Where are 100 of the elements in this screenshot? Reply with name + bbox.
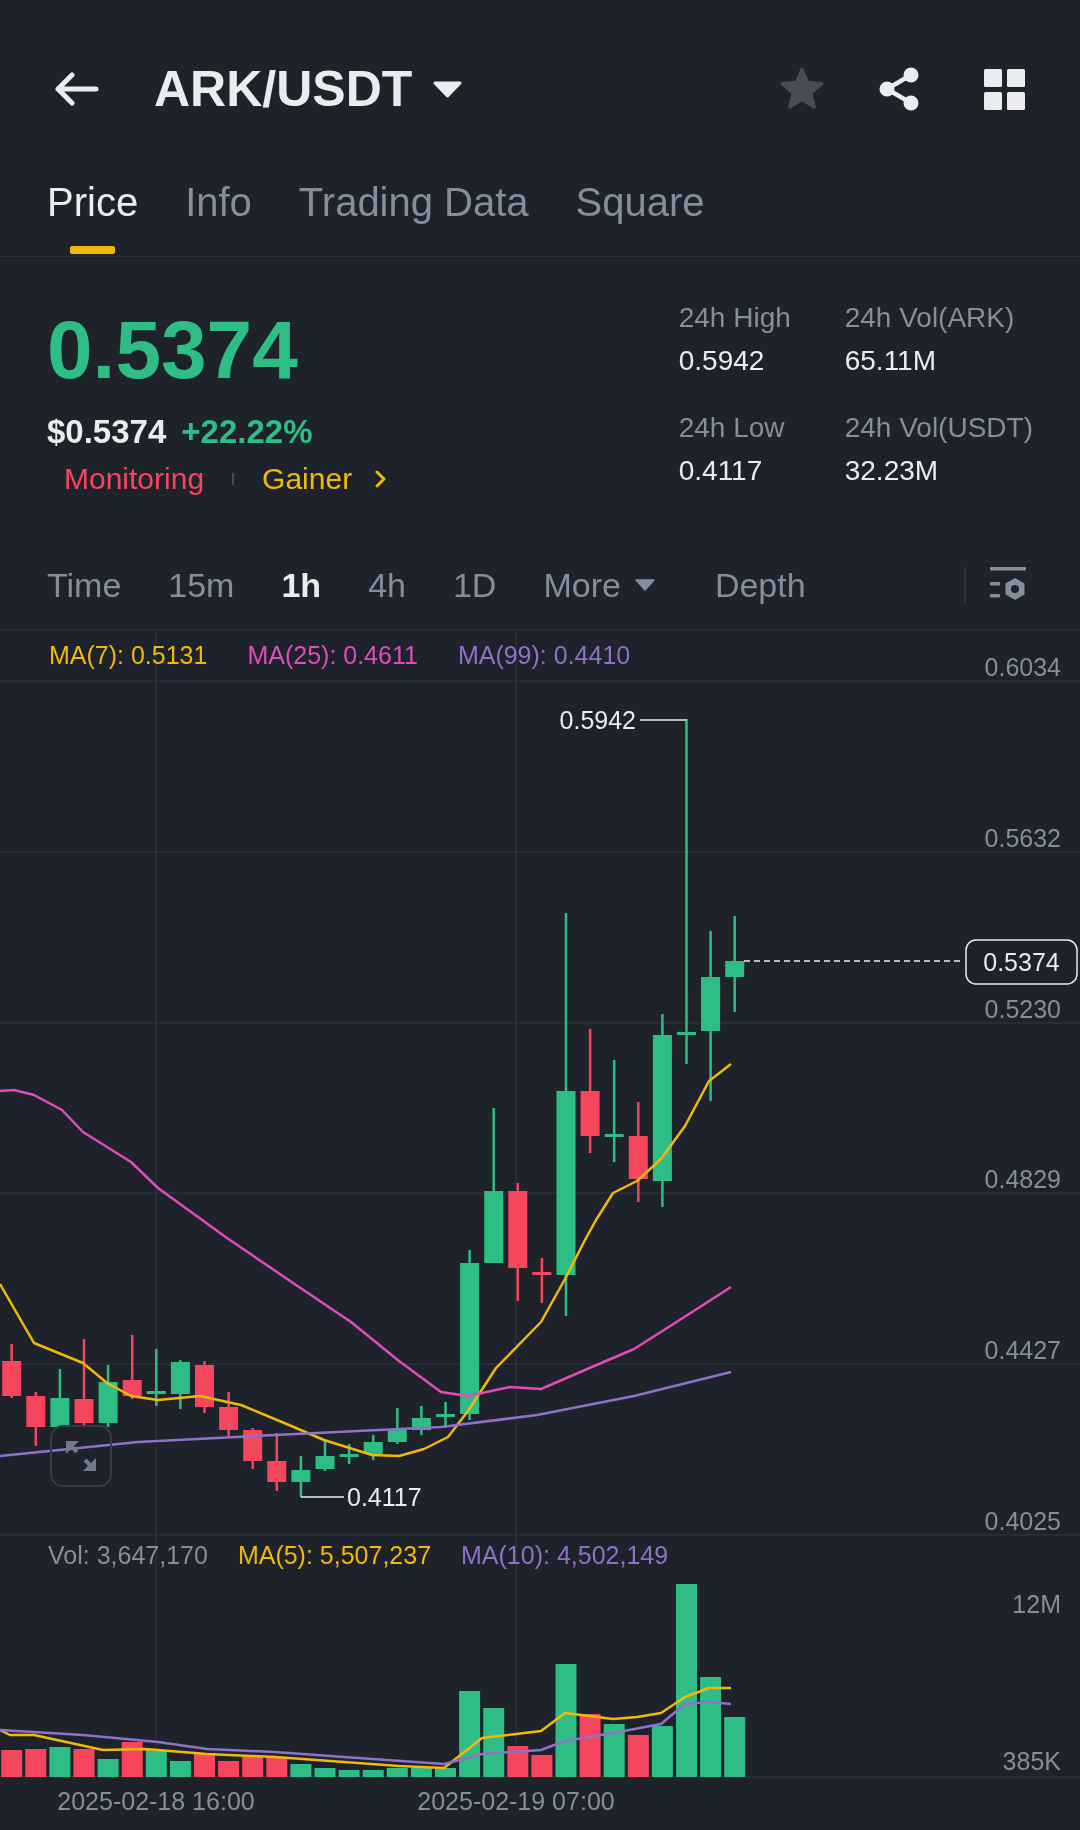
candlestick	[315, 1440, 335, 1471]
interval-option[interactable]: 15m	[168, 562, 235, 607]
stat-value: 32.23M	[844, 454, 939, 488]
candlestick	[436, 1402, 455, 1427]
leader-line	[639, 719, 688, 721]
volume-bar	[483, 1708, 505, 1777]
usd-price: $0.5374	[47, 412, 167, 452]
caret-icon	[433, 80, 463, 98]
stat-value: 65.11M	[844, 344, 937, 378]
interval-option[interactable]: Time	[47, 562, 122, 607]
candlestick	[98, 1365, 118, 1427]
axis-label: 12M	[1012, 1590, 1061, 1618]
candlestick	[291, 1456, 311, 1497]
candlestick	[195, 1361, 214, 1413]
volume-bar	[1, 1750, 23, 1777]
star-icon[interactable]	[779, 67, 825, 111]
volume-bar	[290, 1764, 312, 1777]
volume-bar	[145, 1750, 167, 1777]
volume-bar	[386, 1768, 408, 1777]
axis-label: 0.6034	[984, 653, 1061, 681]
volume-bar	[338, 1770, 360, 1777]
stat-label: 24h Vol(USDT)	[844, 411, 1033, 445]
share-icon[interactable]	[878, 67, 920, 111]
interval-option[interactable]: 4h	[368, 562, 406, 607]
candlestick	[339, 1444, 359, 1464]
volume-bar	[627, 1735, 649, 1777]
expand-icon[interactable]	[50, 1425, 112, 1487]
interval-option[interactable]: 1h	[281, 562, 322, 607]
tag-label[interactable]: Monitoring	[64, 462, 205, 496]
axis-label: 0.4025	[984, 1507, 1061, 1535]
legend-label: MA(99): 0.4410	[457, 640, 631, 670]
date-label: 2025-02-18 16:00	[57, 1787, 255, 1815]
candlestick	[146, 1349, 166, 1406]
volume-bar	[410, 1768, 432, 1777]
high-price-label: 0.5942	[559, 706, 636, 734]
stat-label: 24h Low	[678, 411, 785, 445]
candlestick	[532, 1258, 552, 1303]
interval-option[interactable]: More	[543, 562, 655, 607]
tab[interactable]: Trading Data	[298, 178, 529, 256]
stat-label: 24h High	[678, 301, 791, 335]
pair-selector[interactable]: ARK/USDT	[154, 59, 463, 119]
volume-bar	[435, 1768, 456, 1777]
tab[interactable]: Square	[575, 178, 705, 256]
chevron-right-icon	[375, 470, 388, 488]
volume-bar	[314, 1768, 336, 1777]
grid-icon[interactable]	[984, 68, 1025, 110]
volume-bar	[266, 1757, 288, 1777]
axis-label: 0.4427	[984, 1336, 1061, 1365]
interval-option[interactable]: 1D	[452, 562, 497, 607]
candlestick	[122, 1335, 142, 1399]
stat-value: 0.4117	[678, 454, 763, 488]
back-arrow-icon[interactable]	[53, 72, 99, 106]
candlestick	[2, 1344, 22, 1398]
tab[interactable]: Price	[47, 178, 139, 256]
candlestick	[411, 1406, 431, 1435]
volume-bar	[194, 1754, 215, 1777]
interval-option[interactable]: Depth	[714, 562, 806, 607]
volume-bar	[651, 1726, 673, 1777]
tag-label[interactable]: Gainer	[262, 462, 388, 496]
candlestick	[170, 1360, 190, 1409]
candlestick	[363, 1435, 383, 1460]
volume-bar	[724, 1717, 746, 1777]
legend-label: MA(5): 5,507,237	[237, 1540, 432, 1570]
low-price-label: 0.4117	[347, 1483, 422, 1511]
volume-bar	[579, 1714, 601, 1777]
volume-bar	[49, 1747, 71, 1777]
volume-bar	[73, 1749, 95, 1777]
volume-bar	[507, 1746, 529, 1777]
tab[interactable]: Info	[185, 178, 252, 256]
axis-label: 0.5632	[984, 823, 1061, 852]
axis-label: 0.4829	[984, 1165, 1061, 1194]
axis-label: 0.5230	[984, 994, 1061, 1023]
legend-label: MA(7): 0.5131	[49, 640, 208, 670]
legend-label: MA(10): 4,502,149	[461, 1540, 669, 1570]
candlestick	[387, 1408, 407, 1444]
last-price-tag: 0.5374	[965, 939, 1078, 985]
candlestick	[219, 1392, 239, 1437]
volume-bar	[25, 1749, 47, 1777]
volume-bar	[218, 1761, 240, 1777]
leader-line	[300, 1496, 345, 1498]
candlestick	[243, 1428, 263, 1469]
volume-bar	[603, 1724, 625, 1777]
stat-label: 24h Vol(ARK)	[844, 301, 1015, 335]
legend-label: MA(25): 0.4611	[247, 640, 418, 670]
axis-label: 385K	[1002, 1747, 1061, 1775]
candlestick	[26, 1392, 46, 1446]
candlestick	[267, 1433, 287, 1491]
stat-value: 0.5942	[678, 344, 765, 378]
last-price: 0.5374	[47, 305, 299, 395]
candlestick	[50, 1369, 70, 1427]
volume-bar	[121, 1742, 143, 1777]
legend-label: Vol: 3,647,170	[48, 1540, 208, 1570]
date-label: 2025-02-19 07:00	[417, 1787, 615, 1815]
volume-bar	[531, 1755, 553, 1777]
volume-bar	[242, 1757, 264, 1777]
volume-bar	[97, 1759, 119, 1777]
volume-bar	[169, 1761, 191, 1777]
caret-icon	[634, 578, 655, 591]
volume-bar	[362, 1770, 384, 1777]
price-change: +22.22%	[181, 412, 313, 452]
